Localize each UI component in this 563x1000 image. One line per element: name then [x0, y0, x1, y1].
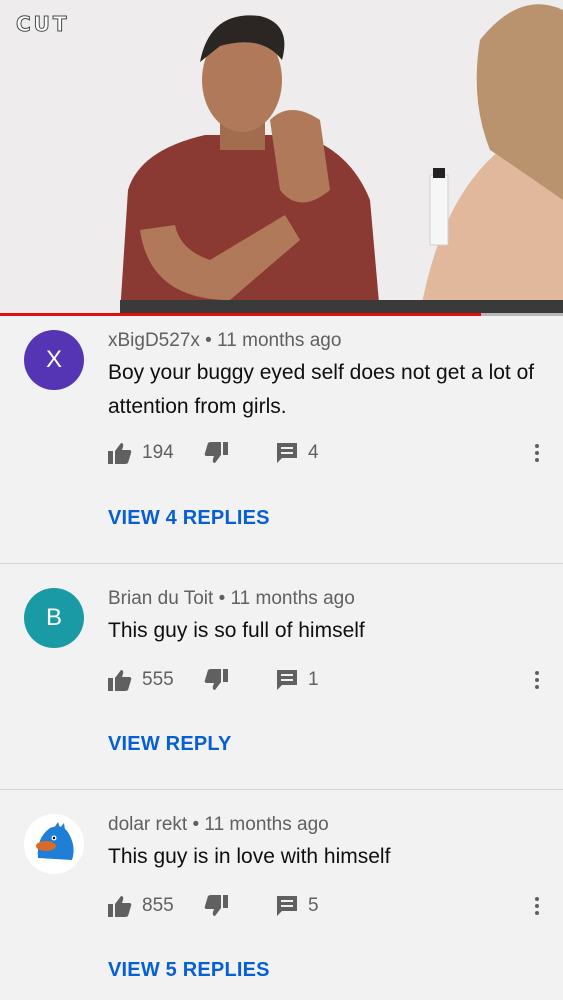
like-button[interactable]: 555: [108, 667, 174, 693]
thumb-down-icon: [204, 442, 228, 463]
meta-separator: •: [192, 814, 205, 835]
like-count: 555: [142, 669, 174, 690]
thumb-down-icon: [204, 895, 228, 916]
reply-button[interactable]: 1: [276, 667, 319, 693]
comment-icon: [277, 443, 297, 463]
more-vert-icon: [535, 897, 539, 901]
more-vert-icon: [535, 444, 539, 448]
comment-header: xBigD527x • 11 months ago: [108, 330, 341, 352]
view-replies-link[interactable]: VIEW 5 REPLIES: [108, 959, 270, 982]
avatar[interactable]: [24, 814, 84, 874]
like-button[interactable]: 194: [108, 440, 174, 466]
like-count: 855: [142, 895, 174, 916]
comment-item: B Brian du Toit • 11 months ago This guy…: [0, 564, 563, 790]
comment-item: dolar rekt • 11 months ago This guy is i…: [0, 790, 563, 1000]
view-replies-link[interactable]: VIEW 4 REPLIES: [108, 507, 270, 530]
thumb-down-icon: [204, 669, 228, 690]
view-replies-link[interactable]: VIEW REPLY: [108, 733, 232, 756]
more-vert-icon: [535, 671, 539, 675]
video-player[interactable]: CUT: [0, 0, 563, 314]
more-options-button[interactable]: [531, 440, 543, 466]
reply-count: 5: [308, 895, 319, 916]
avatar-letter: X: [45, 346, 62, 373]
reply-button[interactable]: 4: [276, 440, 319, 466]
like-count: 194: [142, 442, 174, 463]
reply-button[interactable]: 5: [276, 893, 319, 919]
channel-logo: CUT: [16, 12, 70, 37]
avatar[interactable]: B: [24, 588, 84, 648]
dislike-button[interactable]: [204, 440, 228, 466]
avatar[interactable]: X: [24, 330, 84, 390]
dislike-button[interactable]: [204, 893, 228, 919]
meta-separator: •: [205, 330, 218, 351]
comment-author[interactable]: Brian du Toit: [108, 588, 213, 609]
comment-text: This guy is in love with himself: [108, 845, 391, 868]
dislike-button[interactable]: [204, 667, 228, 693]
comment-text: Boy your buggy eyed self does not get a …: [108, 361, 535, 418]
blue-bird-icon: [24, 814, 84, 874]
like-button[interactable]: 855: [108, 893, 174, 919]
thumb-up-icon: [108, 670, 132, 691]
reply-count: 1: [308, 669, 319, 690]
comment-header: Brian du Toit • 11 months ago: [108, 588, 355, 610]
comment-header: dolar rekt • 11 months ago: [108, 814, 329, 836]
comment-author[interactable]: dolar rekt: [108, 814, 187, 835]
more-options-button[interactable]: [531, 893, 543, 919]
reply-count: 4: [308, 442, 319, 463]
comment-time: 11 months ago: [217, 330, 342, 351]
comment-time: 11 months ago: [230, 588, 355, 609]
thumb-up-icon: [108, 443, 132, 464]
comment-author[interactable]: xBigD527x: [108, 330, 200, 351]
avatar-letter: B: [45, 604, 62, 631]
comment-icon: [277, 670, 297, 690]
meta-separator: •: [218, 588, 231, 609]
comment-text: This guy is so full of himself: [108, 619, 365, 642]
more-options-button[interactable]: [531, 667, 543, 693]
comment-time: 11 months ago: [204, 814, 329, 835]
comment-icon: [277, 896, 297, 916]
thumb-up-icon: [108, 896, 132, 917]
comment-item: X xBigD527x • 11 months ago Boy your bug…: [0, 316, 563, 564]
video-frame-illustration: [0, 0, 563, 314]
